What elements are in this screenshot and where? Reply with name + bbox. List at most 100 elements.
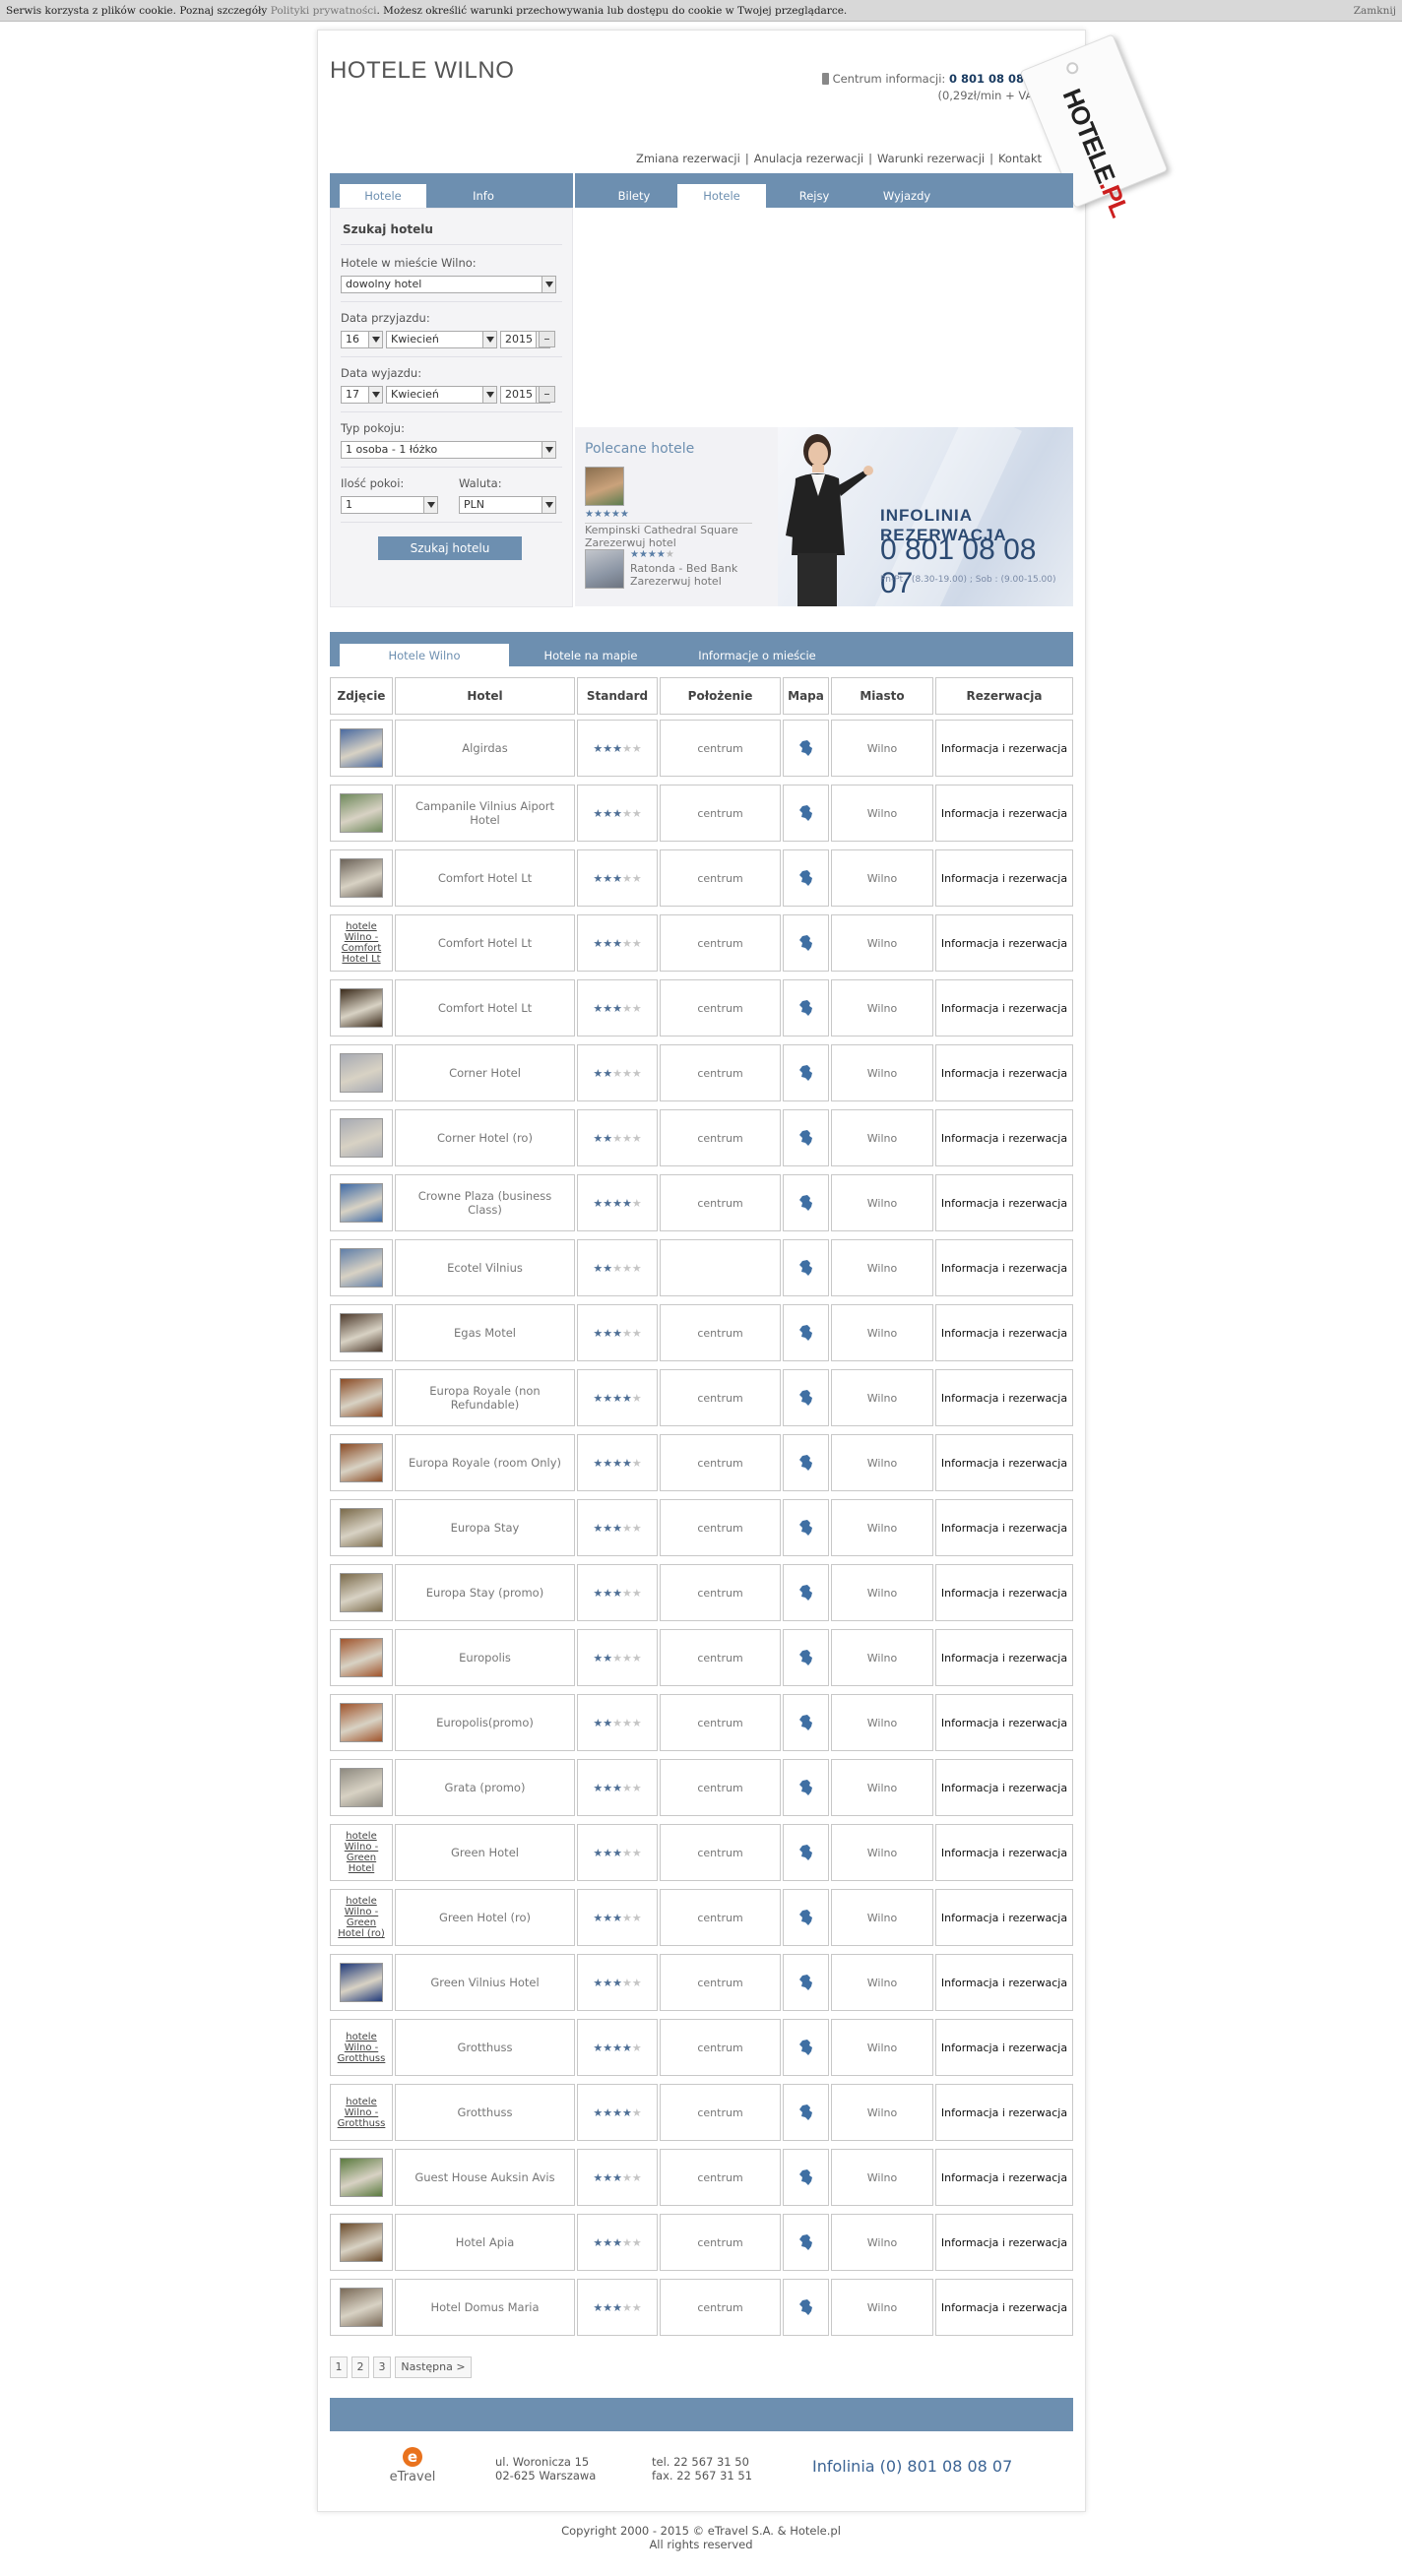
departure-calendar-button[interactable]	[539, 386, 555, 403]
hotel-photo-alt[interactable]: hotele Wilno - Green Hotel (ro)	[336, 1896, 387, 1939]
hotel-photo[interactable]	[340, 1248, 383, 1288]
hotel-name[interactable]: Hotel Apia	[395, 2214, 575, 2271]
reservation-link[interactable]: Informacja i rezerwacja	[935, 1694, 1073, 1751]
map-icon[interactable]	[798, 2040, 813, 2055]
hotel-photo-alt[interactable]: hotele Wilno - Comfort Hotel Lt	[336, 921, 387, 965]
link-contact[interactable]: Kontakt	[998, 152, 1042, 165]
reservation-link[interactable]: Informacja i rezerwacja	[935, 2084, 1073, 2141]
hotel-photo[interactable]	[340, 1703, 383, 1742]
hotel-photo[interactable]	[340, 1963, 383, 2002]
arrival-calendar-button[interactable]	[539, 331, 555, 347]
tab-info[interactable]: Info	[434, 184, 533, 208]
map-icon[interactable]	[798, 1780, 813, 1795]
hotel-photo[interactable]	[340, 2288, 383, 2327]
page-2-button[interactable]: 2	[351, 2356, 369, 2378]
reservation-link[interactable]: Informacja i rezerwacja	[935, 785, 1073, 842]
hotel-photo-alt[interactable]: hotele Wilno - Green Hotel	[336, 1831, 387, 1874]
recommended-hotel-reserve[interactable]: Zarezerwuj hotel	[630, 575, 722, 588]
map-icon[interactable]	[798, 1195, 813, 1211]
hotel-select[interactable]: dowolny hotel	[341, 276, 556, 293]
currency-select[interactable]: PLN	[459, 496, 556, 514]
hotel-photo[interactable]	[340, 858, 383, 898]
map-icon[interactable]	[798, 740, 813, 756]
map-icon[interactable]	[798, 2234, 813, 2250]
reservation-link[interactable]: Informacja i rezerwacja	[935, 1954, 1073, 2011]
map-icon[interactable]	[798, 870, 813, 886]
hotel-name[interactable]: Europa Stay	[395, 1499, 575, 1556]
reservation-link[interactable]: Informacja i rezerwacja	[935, 1564, 1073, 1621]
hotel-name[interactable]: Grata (promo)	[395, 1759, 575, 1816]
next-page-button[interactable]: Następna >	[395, 2356, 472, 2378]
map-icon[interactable]	[798, 1065, 813, 1081]
reservation-link[interactable]: Informacja i rezerwacja	[935, 1369, 1073, 1426]
reservation-link[interactable]: Informacja i rezerwacja	[935, 1824, 1073, 1881]
map-icon[interactable]	[798, 1650, 813, 1665]
map-icon[interactable]	[798, 1130, 813, 1146]
tab-bilety[interactable]: Bilety	[595, 184, 673, 208]
reservation-link[interactable]: Informacja i rezerwacja	[935, 1499, 1073, 1556]
hotel-name[interactable]: Guest House Auksin Avis	[395, 2149, 575, 2206]
page-1-button[interactable]: 1	[330, 2356, 348, 2378]
search-hotel-button[interactable]: Szukaj hotelu	[378, 536, 522, 560]
page-3-button[interactable]: 3	[373, 2356, 391, 2378]
hotel-name[interactable]: Europa Stay (promo)	[395, 1564, 575, 1621]
hotel-photo[interactable]	[340, 1768, 383, 1807]
hotel-photo[interactable]	[340, 988, 383, 1028]
link-reservation-terms[interactable]: Warunki rezerwacji	[877, 152, 985, 165]
map-icon[interactable]	[798, 1715, 813, 1730]
hotel-name[interactable]: Comfort Hotel Lt	[395, 849, 575, 907]
hotel-photo[interactable]	[340, 1443, 383, 1482]
map-icon[interactable]	[798, 1260, 813, 1276]
link-cancel-reservation[interactable]: Anulacja rezerwacji	[754, 152, 863, 165]
reservation-link[interactable]: Informacja i rezerwacja	[935, 914, 1073, 972]
hotel-name[interactable]: Egas Motel	[395, 1304, 575, 1361]
rooms-select[interactable]: 1	[341, 496, 438, 514]
hotel-name[interactable]: Campanile Vilnius Aiport Hotel	[395, 785, 575, 842]
tab-hotele-service[interactable]: Hotele	[677, 184, 766, 208]
link-change-reservation[interactable]: Zmiana rezerwacji	[636, 152, 740, 165]
map-icon[interactable]	[798, 935, 813, 951]
reservation-link[interactable]: Informacja i rezerwacja	[935, 849, 1073, 907]
tab-hotele-na-mapie[interactable]: Hotele na mapie	[517, 644, 665, 666]
etravel-logo[interactable]: e eTravel	[386, 2447, 439, 2490]
hotel-photo[interactable]	[340, 1638, 383, 1677]
hotel-name[interactable]: Corner Hotel	[395, 1044, 575, 1101]
recommended-hotel-reserve[interactable]: Zarezerwuj hotel	[585, 536, 676, 549]
map-icon[interactable]	[798, 2105, 813, 2120]
map-icon[interactable]	[798, 2299, 813, 2315]
recommended-hotel-photo[interactable]	[585, 549, 624, 589]
hotel-name[interactable]: Algirdas	[395, 720, 575, 777]
hotel-name[interactable]: Europolis(promo)	[395, 1694, 575, 1751]
hotel-photo[interactable]	[340, 2158, 383, 2197]
reservation-link[interactable]: Informacja i rezerwacja	[935, 1304, 1073, 1361]
map-icon[interactable]	[798, 1520, 813, 1536]
hotel-name[interactable]: Europa Royale (room Only)	[395, 1434, 575, 1491]
reservation-link[interactable]: Informacja i rezerwacja	[935, 979, 1073, 1037]
map-icon[interactable]	[798, 1910, 813, 1925]
reservation-link[interactable]: Informacja i rezerwacja	[935, 2019, 1073, 2076]
hotel-photo[interactable]	[340, 1313, 383, 1352]
tab-wyjazdy[interactable]: Wyjazdy	[862, 184, 951, 208]
hotel-name[interactable]: Grotthuss	[395, 2019, 575, 2076]
reservation-link[interactable]: Informacja i rezerwacja	[935, 1109, 1073, 1166]
reservation-link[interactable]: Informacja i rezerwacja	[935, 2149, 1073, 2206]
reservation-link[interactable]: Informacja i rezerwacja	[935, 1174, 1073, 1231]
infolinia-banner[interactable]: INFOLINIA REZERWACJA 0 801 08 08 07 Pn-P…	[778, 427, 1073, 606]
tab-hotele[interactable]: Hotele	[340, 184, 426, 208]
hotel-photo-alt[interactable]: hotele Wilno - Grotthuss	[336, 2097, 387, 2129]
reservation-link[interactable]: Informacja i rezerwacja	[935, 1434, 1073, 1491]
reservation-link[interactable]: Informacja i rezerwacja	[935, 1044, 1073, 1101]
map-icon[interactable]	[798, 1000, 813, 1016]
hotel-name[interactable]: Green Hotel (ro)	[395, 1889, 575, 1946]
reservation-link[interactable]: Informacja i rezerwacja	[935, 1629, 1073, 1686]
hotel-photo[interactable]	[340, 793, 383, 833]
hotel-name[interactable]: Green Vilnius Hotel	[395, 1954, 575, 2011]
reservation-link[interactable]: Informacja i rezerwacja	[935, 720, 1073, 777]
privacy-policy-link[interactable]: Polityki prywatności	[271, 5, 377, 17]
hotel-name[interactable]: Grotthuss	[395, 2084, 575, 2141]
map-icon[interactable]	[798, 1390, 813, 1406]
hotel-name[interactable]: Corner Hotel (ro)	[395, 1109, 575, 1166]
hotel-name[interactable]: Hotel Domus Maria	[395, 2279, 575, 2336]
hotel-photo[interactable]	[340, 1118, 383, 1158]
cookie-close-button[interactable]: Zamknij	[1354, 0, 1396, 22]
